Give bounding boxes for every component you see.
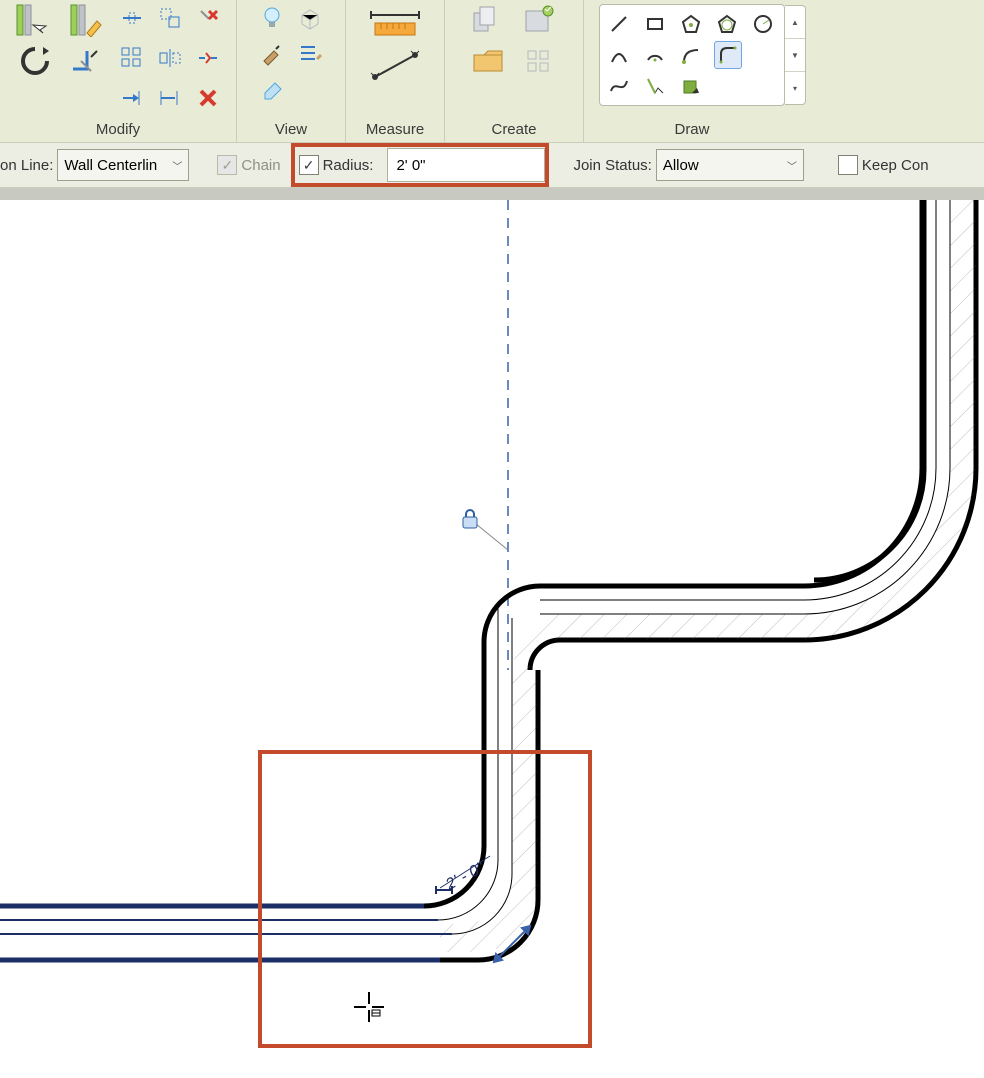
align-icon[interactable]	[116, 2, 148, 34]
draw-polygon-in-icon[interactable]	[678, 11, 704, 37]
eraser-icon[interactable]	[256, 74, 288, 106]
extend2-icon[interactable]	[154, 82, 186, 114]
chain-label: Chain	[241, 157, 284, 174]
unpin-icon[interactable]	[192, 2, 224, 34]
draw-rectangle-icon[interactable]	[642, 11, 668, 37]
component-icon[interactable]	[465, 2, 511, 38]
draw-circle-icon[interactable]	[750, 11, 776, 37]
delete-icon[interactable]	[192, 82, 224, 114]
wall-edit-icon[interactable]	[64, 2, 110, 38]
panel-draw: ▲ ▼ ▾ Draw	[584, 0, 800, 142]
draw-line-icon[interactable]	[606, 11, 632, 37]
lock-constraint-icon[interactable]	[458, 506, 482, 530]
panel-modify-label: Modify	[96, 118, 140, 142]
wall-drawing	[0, 200, 984, 1078]
box3d-icon[interactable]	[294, 2, 326, 34]
offset-icon[interactable]	[154, 2, 186, 34]
brush-list-icon[interactable]	[294, 38, 326, 70]
keep-label: Keep Con	[862, 157, 933, 174]
gallery-scroll[interactable]: ▲ ▼ ▾	[785, 5, 806, 105]
mirror-icon[interactable]	[154, 42, 186, 74]
join-status-select[interactable]: Allow ﹀	[656, 149, 804, 181]
radius-value: 2' 0"	[396, 157, 425, 174]
location-line-label: on Line:	[0, 157, 57, 174]
draw-arc-center-icon[interactable]	[642, 42, 668, 68]
options-bar: on Line: Wall Centerlin ﹀ ✓ Chain ✓ Radi…	[0, 142, 984, 188]
panel-view-label: View	[275, 118, 307, 142]
draw-arc-start-icon[interactable]	[606, 42, 632, 68]
panel-create: Create	[445, 0, 584, 142]
chevron-down-icon: ﹀	[172, 158, 182, 173]
draw-gallery: ▲ ▼ ▾	[599, 4, 785, 106]
ruler-icon[interactable]	[364, 2, 426, 42]
radius-group: ✓ Radius: 2' 0"	[291, 143, 550, 187]
chain-checkbox: ✓	[217, 155, 237, 175]
location-line-select[interactable]: Wall Centerlin ﹀	[57, 149, 189, 181]
radius-input[interactable]: 2' 0"	[387, 148, 545, 182]
draw-fillet-arc-icon[interactable]	[714, 41, 742, 69]
lightbulb-icon[interactable]	[256, 2, 288, 34]
panel-draw-label: Draw	[674, 118, 709, 142]
radius-checkbox[interactable]: ✓	[299, 155, 319, 175]
viewport-header-strip	[0, 188, 984, 200]
join-status-label: Join Status:	[573, 157, 655, 174]
rotate-icon[interactable]	[12, 42, 58, 78]
draw-pick-lines-icon[interactable]	[642, 73, 668, 99]
array-icon[interactable]	[116, 42, 148, 74]
brush-icon[interactable]	[256, 38, 288, 70]
family-folder-icon[interactable]	[465, 42, 511, 78]
extend-icon[interactable]	[116, 82, 148, 114]
measure-between-icon[interactable]	[364, 46, 426, 86]
trim-icon[interactable]	[64, 42, 110, 78]
grid-group-icon[interactable]	[517, 42, 563, 78]
panel-view: View	[237, 0, 346, 142]
draw-arc-tan-icon[interactable]	[678, 42, 704, 68]
draw-spline-icon[interactable]	[606, 73, 632, 99]
split-icon[interactable]	[192, 42, 224, 74]
panel-create-label: Create	[491, 118, 536, 142]
panel-measure: Measure	[346, 0, 445, 142]
draw-pick-face-icon[interactable]	[678, 73, 704, 99]
modify-select-icon[interactable]	[12, 2, 58, 38]
join-status-value: Allow	[663, 157, 699, 174]
panel-measure-label: Measure	[366, 118, 424, 142]
keep-checkbox[interactable]	[838, 155, 858, 175]
gallery-down-icon[interactable]: ▼	[785, 39, 805, 72]
ribbon: Modify View Measure	[0, 0, 984, 142]
drawing-canvas[interactable]: 2' - 0"	[0, 200, 984, 1078]
chevron-down-icon: ﹀	[787, 158, 797, 173]
family-icon[interactable]	[517, 2, 563, 38]
gallery-more-icon[interactable]: ▾	[785, 72, 805, 104]
draw-polygon-out-icon[interactable]	[714, 11, 740, 37]
gallery-up-icon[interactable]: ▲	[785, 6, 805, 39]
panel-modify: Modify	[0, 0, 237, 142]
radius-label: Radius:	[323, 157, 378, 174]
location-line-value: Wall Centerlin	[64, 157, 157, 174]
draw-cursor-icon	[352, 990, 386, 1027]
